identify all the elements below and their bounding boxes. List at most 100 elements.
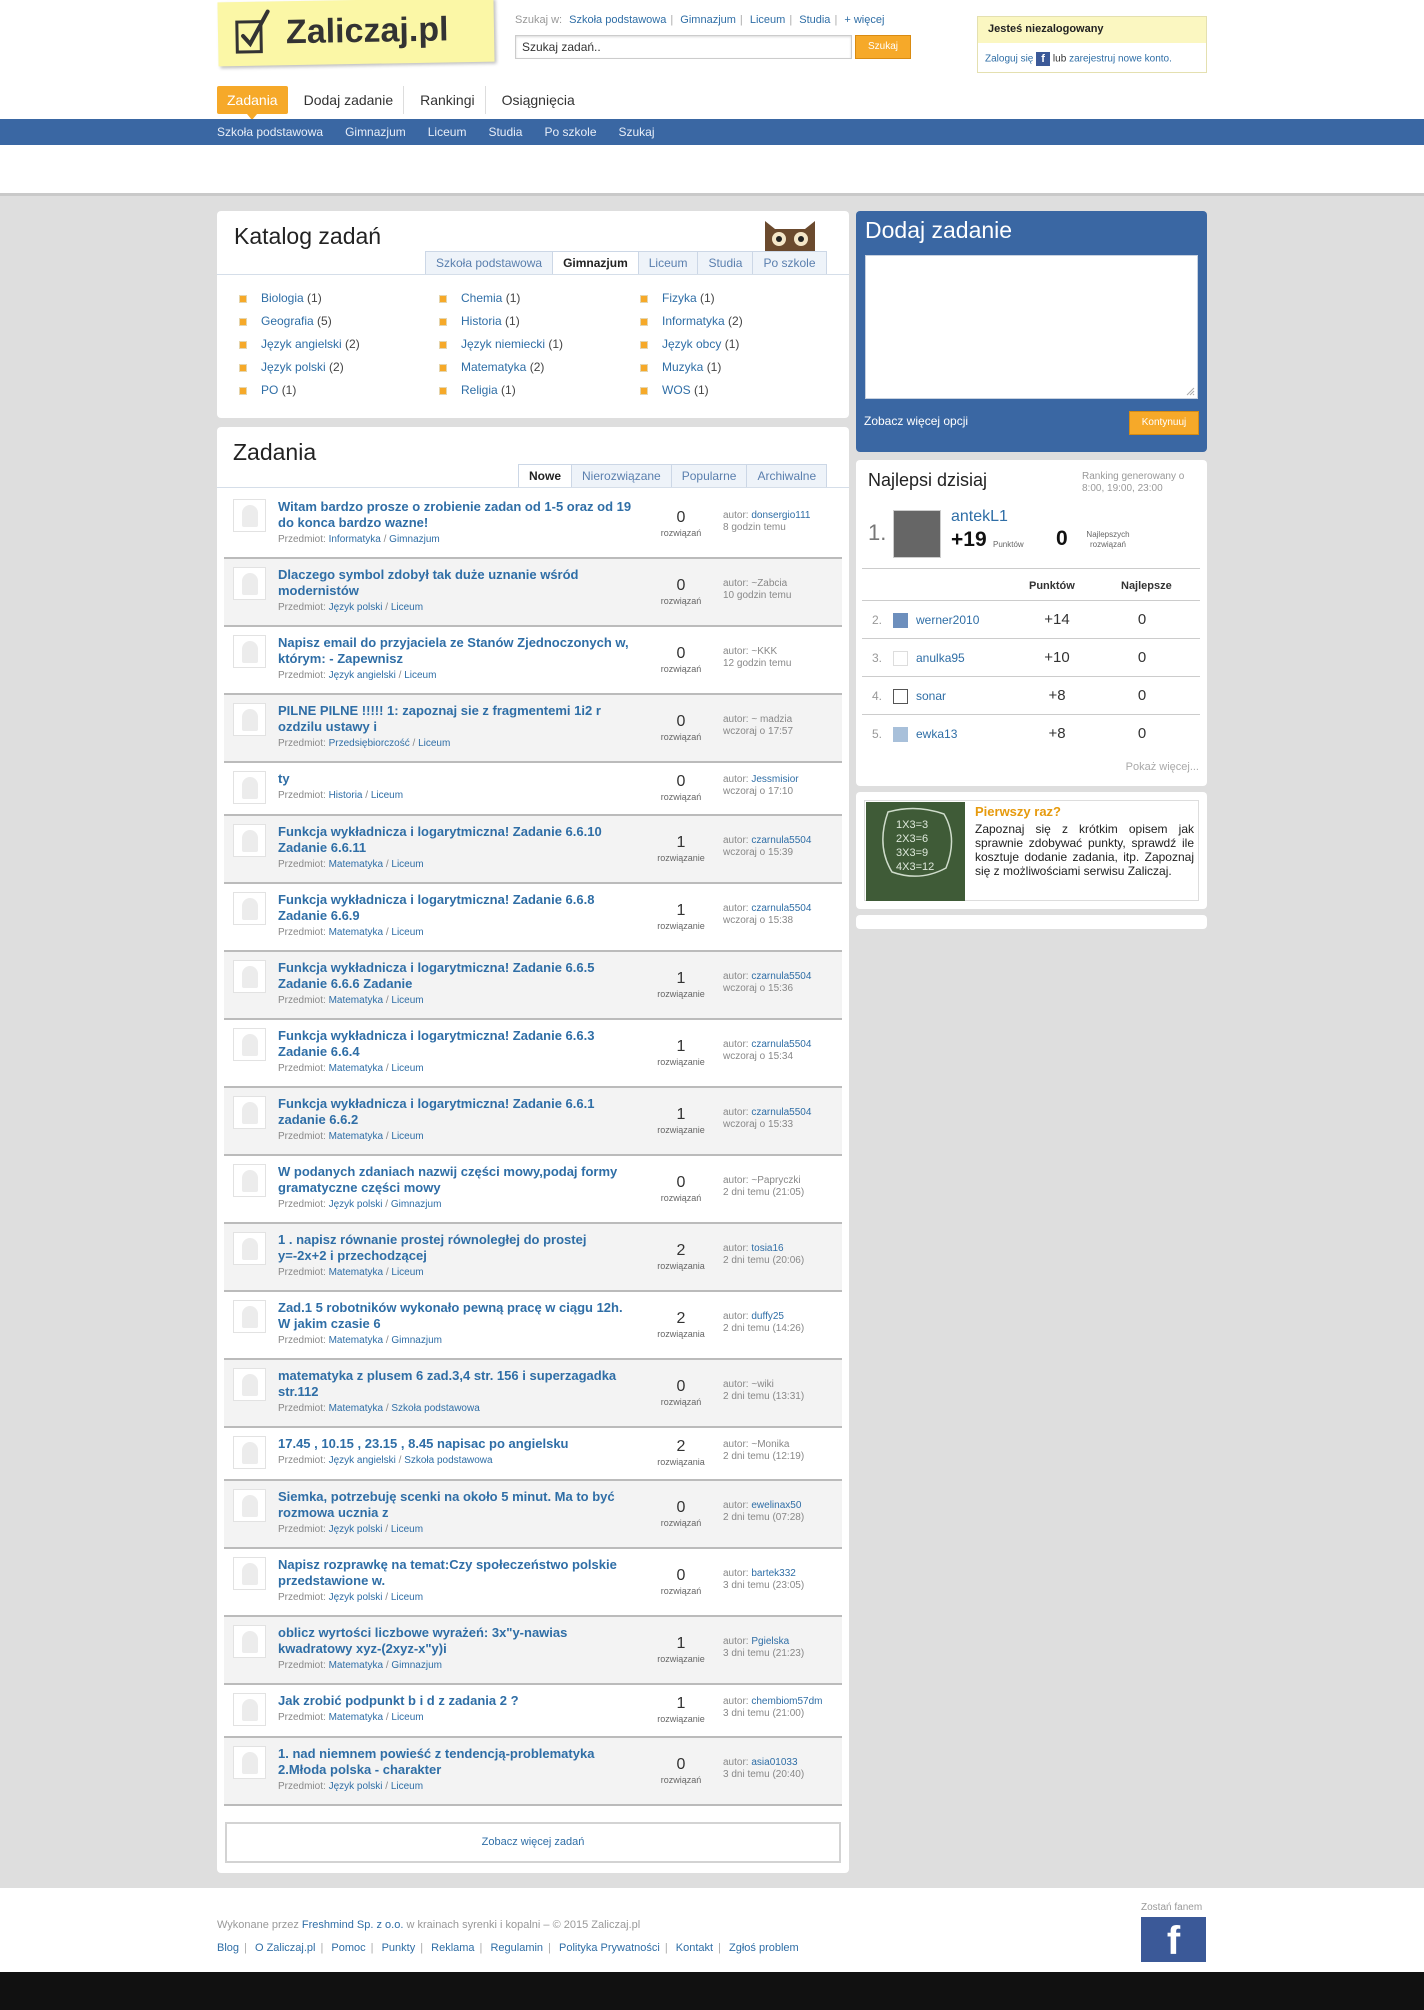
- subject-link[interactable]: Przedsiębiorczość: [329, 738, 410, 749]
- subject-link[interactable]: Język obcy: [662, 337, 721, 351]
- subject-link[interactable]: Fizyka: [662, 291, 697, 305]
- subject-link[interactable]: Matematyka: [329, 859, 383, 870]
- footer-link-ads[interactable]: Reklama: [431, 1942, 474, 1954]
- subject-link[interactable]: Matematyka: [329, 1063, 383, 1074]
- tab-high-school[interactable]: Liceum: [637, 251, 699, 274]
- author-link[interactable]: asia01033: [751, 1757, 797, 1768]
- resize-grip-icon[interactable]: [1186, 387, 1195, 396]
- scope-link[interactable]: Liceum: [750, 14, 785, 26]
- task-title-link[interactable]: 17.45 , 10.15 , 23.15 , 8.45 napisac po …: [278, 1436, 636, 1452]
- user-avatar-icon[interactable]: [233, 1164, 266, 1197]
- user-avatar-icon[interactable]: [233, 1693, 266, 1726]
- subject-link[interactable]: Informatyka: [329, 534, 381, 545]
- subject-link[interactable]: Historia: [329, 790, 363, 801]
- scope-link[interactable]: Gimnazjum: [680, 14, 736, 26]
- footer-link-help[interactable]: Pomoc: [331, 1942, 365, 1954]
- level-link[interactable]: Liceum: [391, 1131, 423, 1142]
- level-link[interactable]: Liceum: [391, 1063, 423, 1074]
- register-link[interactable]: zarejestruj nowe konto.: [1069, 54, 1172, 65]
- subnav-high-school[interactable]: Liceum: [428, 125, 467, 139]
- task-title-link[interactable]: 1 . napisz równanie prostej równoległej …: [278, 1232, 636, 1264]
- tab-university[interactable]: Studia: [697, 251, 754, 274]
- footer-link-about[interactable]: O Zaliczaj.pl: [255, 1942, 316, 1954]
- subject-link[interactable]: Język polski: [261, 360, 326, 374]
- task-title-link[interactable]: Funkcja wykładnicza i logarytmiczna! Zad…: [278, 1096, 636, 1128]
- scope-link-more[interactable]: + więcej: [844, 14, 884, 26]
- level-link[interactable]: Gimnazjum: [391, 1335, 442, 1346]
- user-avatar-icon[interactable]: [233, 1557, 266, 1590]
- user-avatar-icon[interactable]: [233, 1368, 266, 1401]
- task-title-link[interactable]: ty: [278, 771, 636, 787]
- more-options-link[interactable]: Zobacz więcej opcji: [864, 414, 968, 428]
- subnav-search[interactable]: Szukaj: [619, 125, 655, 139]
- level-link[interactable]: Gimnazjum: [391, 1660, 442, 1671]
- ranking-user-name[interactable]: ewka13: [916, 727, 957, 741]
- user-avatar-icon[interactable]: [233, 1489, 266, 1522]
- level-link[interactable]: Liceum: [404, 670, 436, 681]
- user-avatar-icon[interactable]: [233, 892, 266, 925]
- subject-link[interactable]: Język polski: [329, 1199, 383, 1210]
- ranking-user-name[interactable]: werner2010: [916, 613, 979, 627]
- subject-link[interactable]: Informatyka: [662, 314, 725, 328]
- chalkboard-image[interactable]: 1X3=3 2X3=6 3X3=9 4X3=12: [866, 802, 965, 901]
- user-avatar-icon[interactable]: [893, 689, 908, 704]
- user-avatar-icon[interactable]: [893, 510, 941, 558]
- subject-link[interactable]: Muzyka: [662, 360, 703, 374]
- user-avatar-icon[interactable]: [233, 635, 266, 668]
- footer-link-contact[interactable]: Kontakt: [676, 1942, 713, 1954]
- author-link[interactable]: czarnula5504: [751, 835, 811, 846]
- task-textarea[interactable]: [865, 255, 1198, 399]
- user-avatar-icon[interactable]: [893, 651, 908, 666]
- author-link[interactable]: czarnula5504: [751, 971, 811, 982]
- subject-link[interactable]: PO: [261, 383, 278, 397]
- task-title-link[interactable]: Siemka, potrzebuję scenki na około 5 min…: [278, 1489, 636, 1521]
- author-link[interactable]: chembiom57dm: [751, 1696, 822, 1707]
- subject-link[interactable]: Biologia: [261, 291, 304, 305]
- tab-after-school[interactable]: Po szkole: [752, 251, 827, 274]
- user-avatar-icon[interactable]: [233, 1746, 266, 1779]
- more-tasks-button[interactable]: Zobacz więcej zadań: [225, 1822, 841, 1863]
- facebook-icon[interactable]: f: [1036, 52, 1051, 66]
- subject-link[interactable]: Język angielski: [329, 670, 396, 681]
- task-title-link[interactable]: matematyka z plusem 6 zad.3,4 str. 156 i…: [278, 1368, 636, 1400]
- task-title-link[interactable]: Dlaczego symbol zdobył tak duże uznanie …: [278, 567, 636, 599]
- level-link[interactable]: Gimnazjum: [391, 1199, 442, 1210]
- user-avatar-icon[interactable]: [893, 727, 908, 742]
- tab-new[interactable]: Nowe: [518, 464, 573, 487]
- task-title-link[interactable]: Jak zrobić podpunkt b i d z zadania 2 ?: [278, 1693, 636, 1709]
- ranking-user-name[interactable]: anulka95: [916, 651, 965, 665]
- search-input[interactable]: [515, 35, 852, 59]
- task-title-link[interactable]: Napisz email do przyjaciela ze Stanów Zj…: [278, 635, 636, 667]
- author-link[interactable]: Pgielska: [751, 1636, 789, 1647]
- subject-link[interactable]: WOS: [662, 383, 691, 397]
- level-link[interactable]: Liceum: [391, 1781, 423, 1792]
- subject-link[interactable]: Matematyka: [329, 927, 383, 938]
- subject-link[interactable]: Matematyka: [329, 1131, 383, 1142]
- logo[interactable]: Zaliczaj.pl: [217, 0, 495, 67]
- subnav-after-school[interactable]: Po szkole: [544, 125, 596, 139]
- nav-achievements[interactable]: Osiągnięcia: [492, 86, 585, 114]
- company-link[interactable]: Freshmind Sp. z o.o.: [302, 1919, 404, 1931]
- tab-popular[interactable]: Popularne: [670, 464, 748, 487]
- level-link[interactable]: Liceum: [391, 1267, 423, 1278]
- task-title-link[interactable]: 1. nad niemnem powieść z tendencją-probl…: [278, 1746, 636, 1778]
- author-link[interactable]: Jessmisior: [751, 774, 798, 785]
- subject-link[interactable]: Matematyka: [329, 1267, 383, 1278]
- user-avatar-icon[interactable]: [233, 771, 266, 804]
- task-title-link[interactable]: Funkcja wykładnicza i logarytmiczna! Zad…: [278, 824, 636, 856]
- level-link[interactable]: Liceum: [391, 602, 423, 613]
- subject-link[interactable]: Język polski: [329, 1592, 383, 1603]
- scope-link[interactable]: Studia: [799, 14, 830, 26]
- nav-rankings[interactable]: Rankingi: [410, 86, 486, 114]
- level-link[interactable]: Szkoła podstawowa: [391, 1403, 479, 1414]
- task-title-link[interactable]: oblicz wyrtości liczbowe wyrażeń: 3x"y-n…: [278, 1625, 636, 1657]
- user-avatar-icon[interactable]: [233, 1300, 266, 1333]
- nav-add-task[interactable]: Dodaj zadanie: [294, 86, 405, 114]
- task-title-link[interactable]: W podanych zdaniach nazwij części mowy,p…: [278, 1164, 636, 1196]
- subject-link[interactable]: Religia: [461, 383, 498, 397]
- subject-link[interactable]: Geografia: [261, 314, 314, 328]
- footer-link-points[interactable]: Punkty: [382, 1942, 416, 1954]
- level-link[interactable]: Liceum: [418, 738, 450, 749]
- subject-link[interactable]: Historia: [461, 314, 502, 328]
- user-avatar-icon[interactable]: [233, 1436, 266, 1469]
